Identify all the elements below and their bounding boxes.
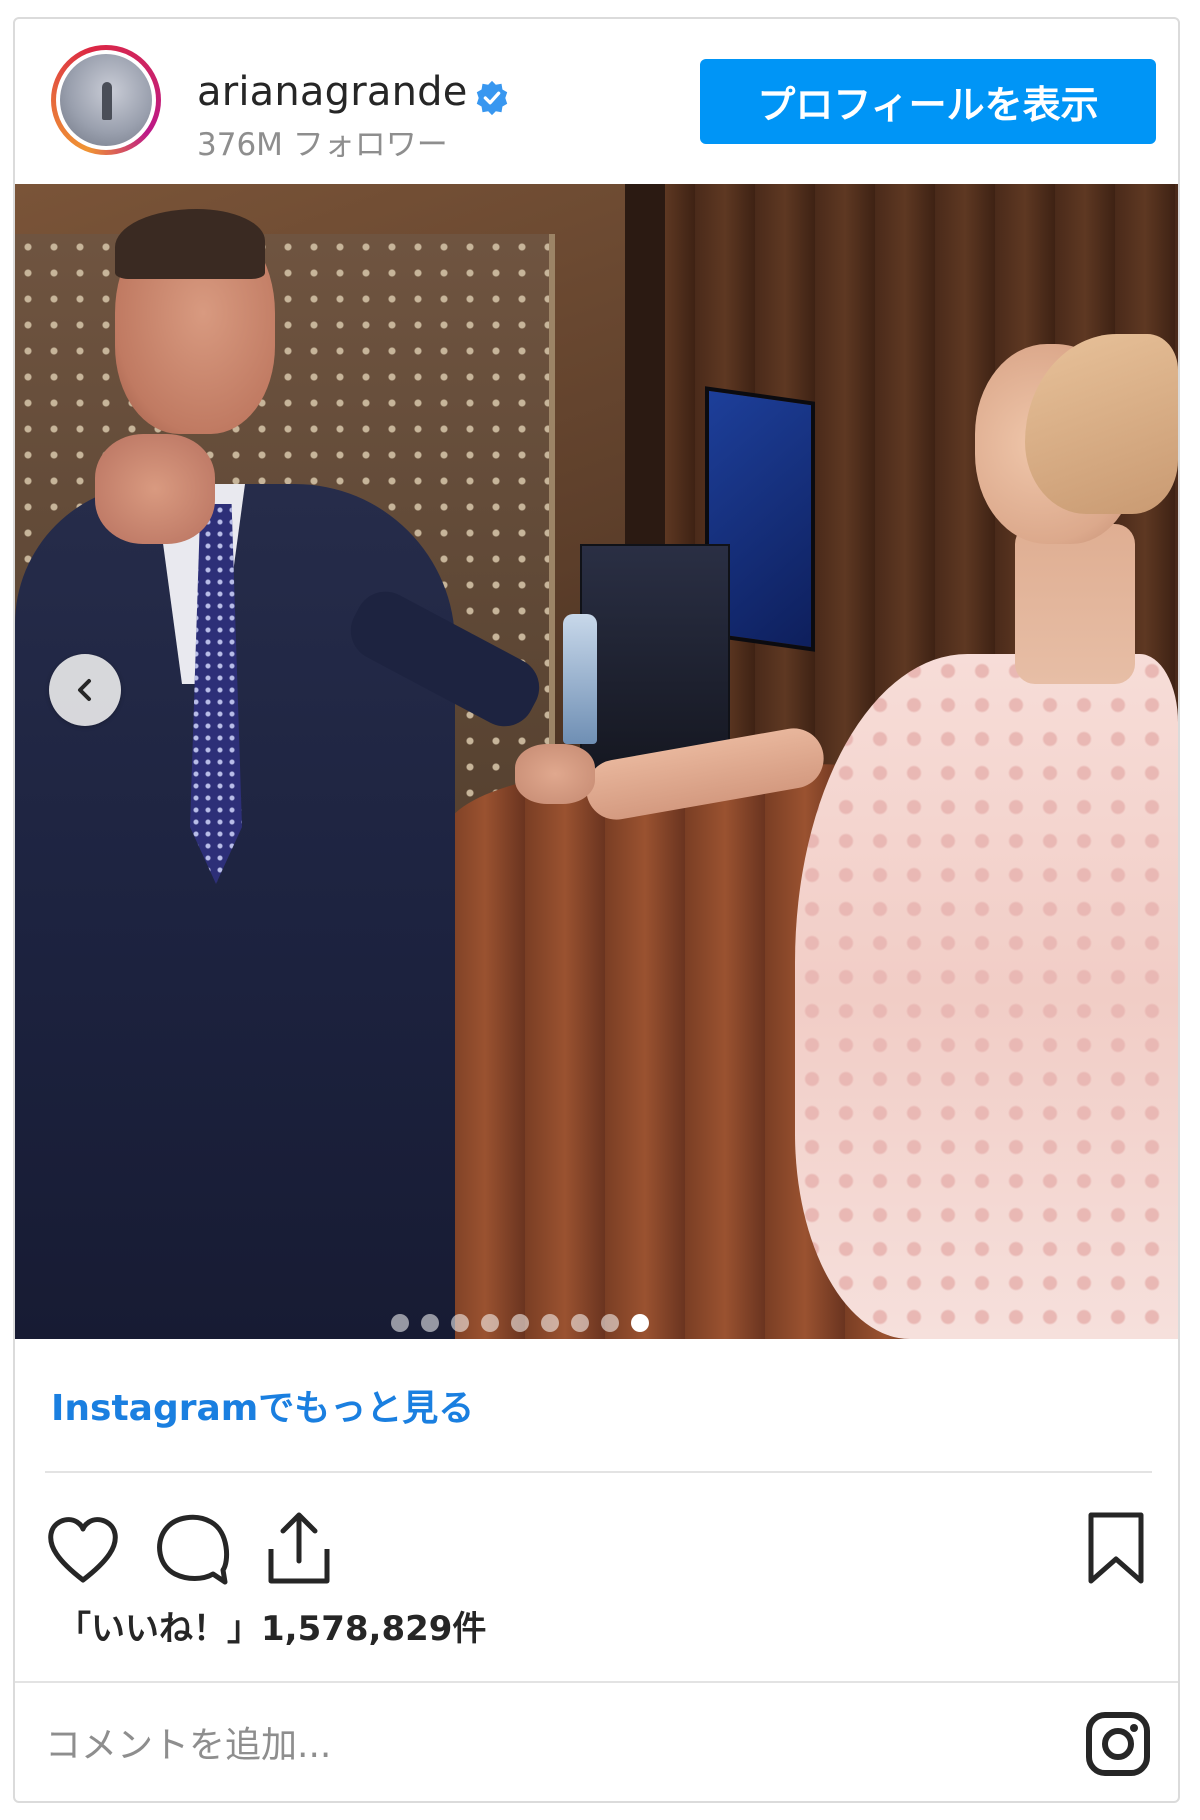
bookmark-icon[interactable] — [1085, 1511, 1147, 1587]
carousel-dot — [450, 1314, 469, 1332]
post-photo[interactable] — [15, 184, 1178, 1339]
woman-dress — [795, 654, 1178, 1339]
share-icon[interactable] — [263, 1509, 335, 1589]
chevron-left-icon — [78, 679, 91, 701]
carousel-dot — [630, 1314, 649, 1332]
carousel-dot — [570, 1314, 589, 1332]
carousel-dot — [390, 1314, 409, 1332]
avatar[interactable] — [51, 45, 161, 155]
username[interactable]: arianagrande — [197, 69, 468, 115]
view-more-on-instagram-link[interactable]: Instagramでもっと見る — [51, 1379, 474, 1431]
carousel-dot — [480, 1314, 499, 1332]
carousel-dots — [15, 1314, 1101, 1334]
water-bottle — [563, 614, 597, 744]
post-header: arianagrande 376M フォロワー プロフィールを表示 — [15, 19, 1178, 184]
comment-icon[interactable] — [153, 1512, 233, 1588]
divider — [45, 1471, 1152, 1473]
follower-count: 376M フォロワー — [197, 127, 448, 163]
carousel-dot — [540, 1314, 559, 1332]
carousel-dot — [600, 1314, 619, 1332]
like-count: 「いいね！」1,578,829件 — [57, 1609, 487, 1649]
instagram-embed-card: arianagrande 376M フォロワー プロフィールを表示 Instag… — [13, 17, 1180, 1803]
held-hands — [515, 744, 595, 804]
heart-icon[interactable] — [43, 1514, 123, 1586]
instagram-icon[interactable] — [1085, 1711, 1151, 1777]
avatar-image — [60, 54, 152, 146]
carousel-dot — [510, 1314, 529, 1332]
carousel-prev-button[interactable] — [49, 654, 121, 726]
view-profile-button[interactable]: プロフィールを表示 — [700, 59, 1156, 144]
comment-input[interactable] — [45, 1715, 945, 1775]
carousel-dot — [420, 1314, 439, 1332]
verified-badge-icon — [476, 80, 508, 116]
comment-bar — [15, 1681, 1178, 1801]
